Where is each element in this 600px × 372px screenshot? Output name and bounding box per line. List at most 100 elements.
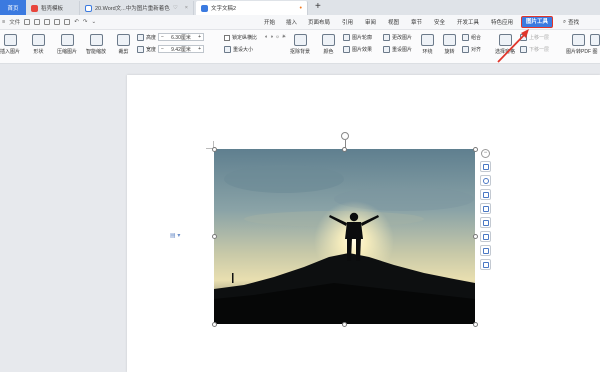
resize-handle-top-left[interactable] — [211, 146, 217, 152]
smart-scale-button[interactable]: 智能缩放 — [86, 34, 106, 55]
resize-handle-bottom-left[interactable] — [211, 321, 217, 327]
checkbox-icon — [224, 34, 230, 41]
resize-handle-top-right[interactable] — [472, 146, 478, 152]
tab-bar: 首页 稻壳模板 20.Word文...中为图片重新着色 ♡ × 文字文稿2 • … — [0, 0, 600, 15]
search-box[interactable]: ⌕ 查找 — [563, 18, 579, 27]
crop-quick-button[interactable] — [480, 203, 491, 214]
menu-page-layout[interactable]: 页面布局 — [308, 18, 330, 26]
contrast-down-icon[interactable]: ◑ — [270, 34, 273, 40]
brightness-icon[interactable]: ☼ — [275, 34, 280, 40]
menu-review[interactable]: 审阅 — [365, 18, 376, 26]
selected-image[interactable] — [214, 149, 475, 324]
align-button[interactable]: 对齐 — [462, 46, 481, 53]
new-tab-button[interactable]: + — [315, 1, 321, 12]
image-to-pdf-button[interactable]: 图片转PDF — [566, 34, 591, 55]
menu-references[interactable]: 引用 — [342, 18, 353, 26]
shape-button[interactable]: 形状 — [32, 34, 45, 55]
chevron-down-icon[interactable]: ⌄ — [91, 19, 96, 25]
tab-label: 20.Word文...中为图片重新着色 — [95, 6, 170, 12]
height-label: 高度 — [146, 34, 157, 41]
layout-options-button[interactable] — [480, 161, 491, 172]
file-menu[interactable]: 文件 — [9, 18, 20, 26]
speech-bubble-icon[interactable]: ♡ — [173, 5, 178, 11]
color-button[interactable]: 颜色 — [322, 34, 335, 55]
group-button[interactable]: 组合 — [462, 34, 481, 41]
insert-image-label: 插入图片 — [0, 49, 21, 55]
menu-developer[interactable]: 开发工具 — [457, 18, 479, 26]
crop-button[interactable]: 裁剪 — [117, 34, 130, 55]
floating-image-toolbar: − — [479, 149, 492, 270]
undo-icon[interactable]: ↶ — [74, 19, 79, 25]
zoom-button[interactable] — [480, 175, 491, 186]
reset-size-icon — [224, 46, 231, 53]
reset-image-label: 重设图片 — [392, 47, 413, 53]
compress-image-button[interactable]: 压缩图片 — [57, 34, 77, 55]
wrap-label: 环绕 — [422, 49, 433, 55]
collapse-icon[interactable]: − — [481, 149, 490, 158]
redo-icon[interactable]: ↷ — [83, 19, 88, 25]
image-to-pdf-label: 图片转PDF — [566, 49, 592, 55]
link-icon — [482, 191, 489, 198]
height-input[interactable]: −6.30厘米 + — [158, 33, 205, 41]
menu-special-apps[interactable]: 特色应用 — [491, 18, 513, 26]
image-stack-button[interactable] — [480, 259, 491, 270]
preview-icon[interactable] — [54, 19, 61, 25]
link-button[interactable] — [480, 189, 491, 200]
image-outline-label: 图片轮廓 — [352, 35, 373, 41]
wrap-button[interactable]: 环绕 — [421, 34, 434, 55]
rotate-button[interactable]: 旋转 — [443, 34, 456, 55]
image-effect-label: 图片效果 — [352, 47, 373, 53]
rotate-handle[interactable] — [341, 132, 349, 140]
print-icon[interactable] — [44, 19, 51, 25]
reset-size-button[interactable]: 重设大小 — [224, 46, 253, 53]
copy-image-button[interactable] — [480, 231, 491, 242]
remove-background-icon — [293, 34, 307, 46]
folder-icon[interactable] — [24, 19, 31, 25]
menu-view[interactable]: 视图 — [388, 18, 399, 26]
image-effect-button[interactable]: 图片效果 — [343, 46, 372, 53]
height-value: 6.30厘米 — [171, 34, 191, 41]
wrap-icon — [421, 34, 434, 46]
brightness-down-icon[interactable]: ☀ — [282, 34, 286, 40]
menu-chapter[interactable]: 章节 — [411, 18, 422, 26]
reset-size-label: 重设大小 — [233, 47, 254, 53]
insert-image-button[interactable]: 插入图片 — [0, 34, 20, 55]
shape-label: 形状 — [33, 49, 44, 55]
tab-word-recolor-doc[interactable]: 20.Word文...中为图片重新着色 ♡ × — [80, 1, 194, 15]
tab-docer-templates[interactable]: 稻壳模板 — [26, 1, 80, 15]
menu-icon[interactable]: ≡ — [2, 19, 5, 25]
width-icon — [137, 45, 144, 53]
frame-icon — [482, 219, 489, 226]
resize-handle-top[interactable] — [342, 146, 347, 152]
remove-background-button[interactable]: 抠除背景 — [290, 34, 310, 55]
contrast-icon[interactable]: ◐ — [265, 34, 268, 40]
tab-text-document-2[interactable]: 文字文稿2 • — [196, 1, 308, 15]
group-label: 组合 — [471, 35, 482, 41]
group-icon — [462, 34, 469, 41]
reset-image-button[interactable]: 重设图片 — [383, 46, 412, 53]
width-input[interactable]: −9.42厘米 + — [158, 45, 205, 53]
resize-handle-bottom[interactable] — [342, 321, 347, 327]
image-outline-button[interactable]: 图片轮廓 — [343, 34, 372, 41]
image-translate-button[interactable]: 图 — [590, 34, 600, 55]
align-icon — [462, 46, 469, 53]
rotate-icon — [443, 34, 456, 46]
export-icon[interactable] — [64, 19, 71, 25]
tab-home[interactable]: 首页 — [0, 0, 26, 15]
replace-image-button[interactable] — [480, 245, 491, 256]
menu-insert[interactable]: 插入 — [286, 18, 297, 26]
outline-icon — [343, 34, 350, 41]
save-icon[interactable] — [34, 19, 41, 25]
resize-handle-bottom-right[interactable] — [472, 321, 478, 327]
menu-start[interactable]: 开始 — [264, 18, 275, 26]
quick-access-toolbar: ≡ 文件 ↶ ↷ ⌄ — [2, 18, 96, 26]
close-icon[interactable]: × — [185, 5, 188, 11]
change-image-button[interactable]: 更改图片 — [383, 34, 412, 41]
menu-security[interactable]: 安全 — [434, 18, 445, 26]
resize-handle-left[interactable] — [211, 234, 217, 239]
paragraph-layout-icon[interactable]: ▤ ▾ — [170, 232, 180, 239]
lock-ratio-checkbox[interactable]: 锁定纵横比 — [224, 34, 257, 41]
compress-icon — [60, 34, 74, 46]
image-frame-button[interactable] — [480, 217, 491, 228]
resize-handle-right[interactable] — [472, 234, 478, 239]
